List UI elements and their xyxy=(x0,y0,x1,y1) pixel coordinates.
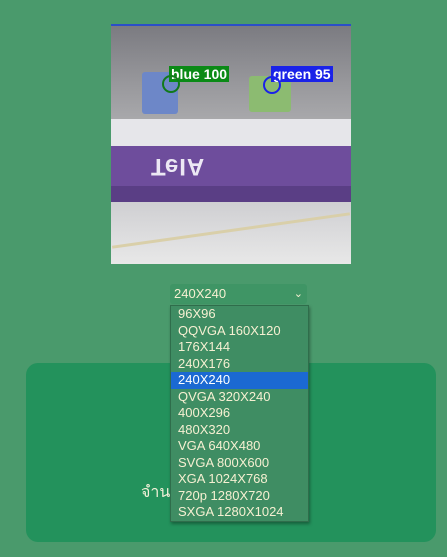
resolution-option[interactable]: SXGA 1280X1024 xyxy=(171,504,308,521)
resolution-select-value: 240X240 xyxy=(174,286,227,301)
board-shade xyxy=(111,186,351,202)
chevron-down-icon: ⌄ xyxy=(293,288,303,300)
resolution-option[interactable]: XGA 1024X768 xyxy=(171,471,308,488)
resolution-option[interactable]: QQVGA 160X120 xyxy=(171,323,308,340)
detection-marker-blue xyxy=(162,75,180,93)
resolution-option[interactable]: VGA 640X480 xyxy=(171,438,308,455)
resolution-option[interactable]: 176X144 xyxy=(171,339,308,356)
floor xyxy=(111,202,351,264)
detection-marker-green xyxy=(263,76,281,94)
resolution-dropdown[interactable]: 96X96 QQVGA 160X120 176X144 240X176 240X… xyxy=(170,305,309,522)
detection-label-green: green 95 xyxy=(271,66,333,82)
board-text: TeIA xyxy=(151,153,206,180)
resolution-option[interactable]: QVGA 320X240 xyxy=(171,389,308,406)
resolution-option[interactable]: 400X296 xyxy=(171,405,308,422)
resolution-option[interactable]: 720p 1280X720 xyxy=(171,488,308,505)
resolution-option-selected[interactable]: 240X240 xyxy=(171,372,308,389)
page: TeIA blue 100 green 95 จำนวน ที 240X240 … xyxy=(0,0,447,557)
resolution-option[interactable]: 96X96 xyxy=(171,306,308,323)
resolution-select[interactable]: 240X240 ⌄ xyxy=(170,284,307,304)
camera-feed: TeIA blue 100 green 95 xyxy=(111,24,351,264)
feed-top-border xyxy=(111,24,351,26)
resolution-option[interactable]: SVGA 800X600 xyxy=(171,455,308,472)
resolution-option[interactable]: 480X320 xyxy=(171,422,308,439)
resolution-option[interactable]: 240X176 xyxy=(171,356,308,373)
